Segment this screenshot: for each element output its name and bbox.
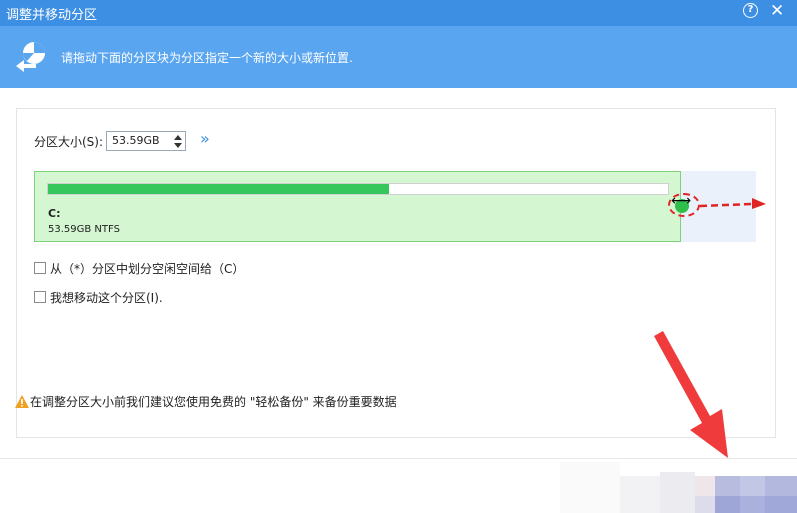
partition-info: 53.59GB NTFS — [48, 224, 120, 235]
partition-name: C: — [48, 207, 61, 220]
move-partition-label[interactable]: 我想移动这个分区(I). — [50, 289, 163, 306]
partition-block[interactable]: C: 53.59GB NTFS — [34, 171, 681, 242]
stepper-down-icon[interactable] — [174, 143, 182, 148]
banner-text: 请拖动下面的分区块为分区指定一个新的大小或新位置. — [61, 51, 353, 65]
close-icon[interactable]: ✕ — [770, 1, 784, 21]
usage-bar-fill — [48, 184, 389, 194]
instruction-banner: 请拖动下面的分区块为分区指定一个新的大小或新位置. — [0, 26, 797, 88]
drag-direction-arrow-icon — [699, 198, 766, 209]
warning-icon — [15, 395, 29, 408]
double-chevron-right-icon[interactable]: » — [200, 129, 210, 148]
help-icon[interactable]: ? — [743, 3, 758, 18]
title-bar: 调整并移动分区 ? ✕ — [0, 0, 797, 26]
usage-bar — [47, 183, 669, 195]
backup-tip-text: 在调整分区大小前我们建议您使用免费的 "轻松备份" 来备份重要数据 — [30, 395, 397, 409]
partition-move-icon — [16, 42, 45, 72]
blurred-footer-buttons — [560, 462, 797, 513]
partition-size-label: 分区大小(S): — [34, 135, 104, 149]
stepper-up-icon[interactable] — [174, 135, 182, 140]
move-partition-checkbox[interactable] — [34, 291, 46, 303]
partition-size-stepper[interactable]: 53.59GB — [106, 131, 186, 151]
allocate-free-space-label[interactable]: 从（*）分区中划分空闲空间给（C） — [50, 260, 244, 277]
allocate-free-space-checkbox[interactable] — [34, 262, 46, 274]
resize-cursor-icon: ⟷ — [671, 193, 692, 209]
window-title: 调整并移动分区 — [6, 8, 98, 23]
partition-size-value[interactable]: 53.59GB — [112, 134, 160, 147]
annotation-arrow-icon — [654, 331, 728, 458]
